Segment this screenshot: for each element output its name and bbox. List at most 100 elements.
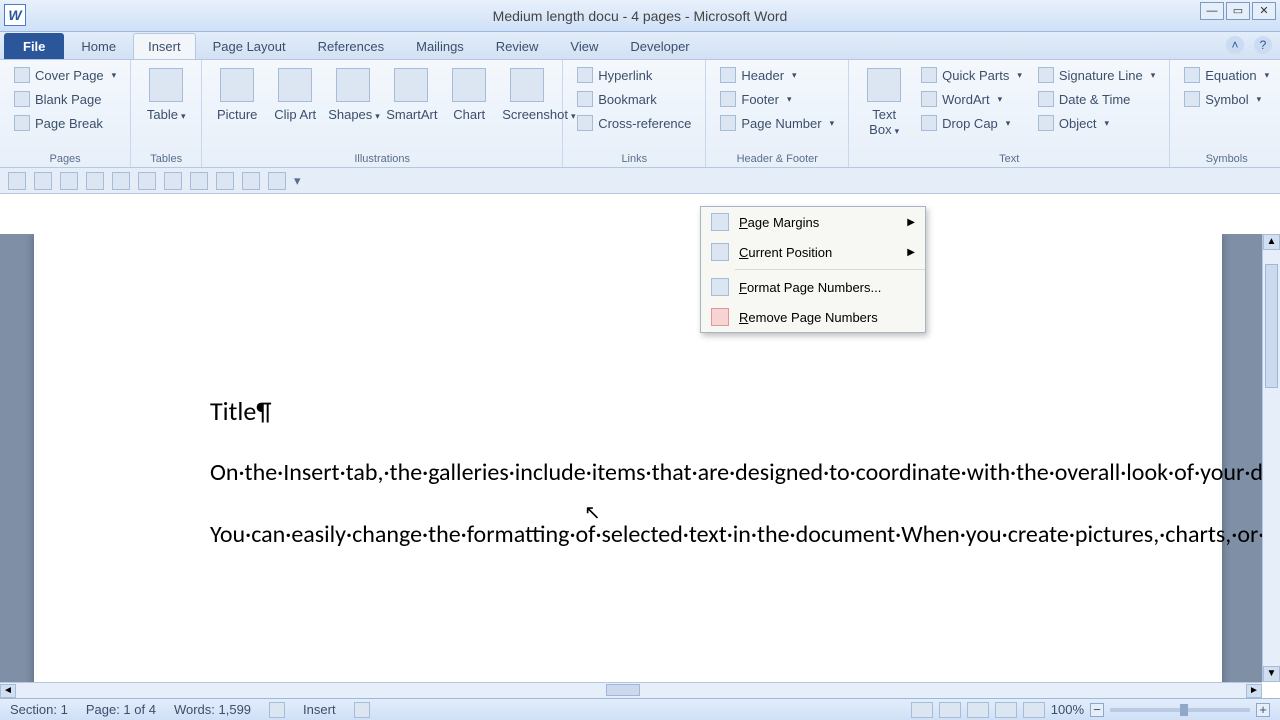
status-words[interactable]: Words: 1,599	[174, 702, 251, 717]
tab-view[interactable]: View	[555, 33, 613, 59]
view-print-layout-button[interactable]	[911, 702, 933, 718]
tab-developer[interactable]: Developer	[615, 33, 704, 59]
picture-icon	[220, 68, 254, 102]
clipart-button[interactable]: Clip Art	[268, 64, 322, 126]
tab-mailings[interactable]: Mailings	[401, 33, 479, 59]
group-headerfooter: Header▾ Footer▾ Page Number▾ Header & Fo…	[706, 60, 849, 167]
clipart-icon	[278, 68, 312, 102]
shapes-icon	[336, 68, 370, 102]
menu-label: urrent Position	[748, 245, 832, 260]
proofing-icon[interactable]	[269, 702, 285, 718]
smartart-icon	[394, 68, 428, 102]
symbol-button[interactable]: Symbol▾	[1178, 88, 1275, 110]
equation-button[interactable]: Equation▾	[1178, 64, 1275, 86]
view-fullscreen-button[interactable]	[939, 702, 961, 718]
qat-print-icon[interactable]	[138, 172, 156, 190]
menu-label: age Margins	[748, 215, 820, 230]
group-tables: Table▾ Tables	[131, 60, 202, 167]
screenshot-button[interactable]: Screenshot▾	[500, 64, 554, 126]
scroll-right-button[interactable]: ►	[1246, 684, 1262, 698]
paragraph-1[interactable]: On·the·Insert·tab,·the·galleries·include…	[210, 456, 1046, 490]
minimize-button[interactable]: —	[1200, 2, 1224, 20]
page-break-button[interactable]: Page Break	[8, 112, 122, 134]
zoom-slider[interactable]	[1110, 708, 1250, 712]
qat-redo-icon[interactable]	[112, 172, 130, 190]
chart-button[interactable]: Chart	[442, 64, 496, 126]
status-page[interactable]: Page: 1 of 4	[86, 702, 156, 717]
table-button[interactable]: Table▾	[139, 64, 193, 126]
paragraph-2[interactable]: You·can·easily·change·the·formatting·of·…	[210, 518, 1046, 552]
qat-delete-icon[interactable]	[268, 172, 286, 190]
document-area[interactable]: Title¶ On·the·Insert·tab,·the·galleries·…	[0, 234, 1262, 682]
group-text: Text Box▾ Quick Parts▾ WordArt▾ Drop Cap…	[849, 60, 1170, 167]
quickparts-button[interactable]: Quick Parts▾	[915, 64, 1028, 86]
view-outline-button[interactable]	[995, 702, 1017, 718]
picture-button[interactable]: Picture	[210, 64, 264, 126]
help-button[interactable]: ?	[1254, 36, 1272, 54]
wordart-button[interactable]: WordArt▾	[915, 88, 1028, 110]
smartart-button[interactable]: SmartArt	[384, 64, 438, 126]
bookmark-button[interactable]: Bookmark	[571, 88, 697, 110]
tab-file[interactable]: File	[4, 33, 64, 59]
page[interactable]: Title¶ On·the·Insert·tab,·the·galleries·…	[34, 234, 1222, 682]
scroll-down-button[interactable]: ▼	[1263, 666, 1280, 682]
maximize-button[interactable]: ▭	[1226, 2, 1250, 20]
crossref-button[interactable]: Cross-reference	[571, 112, 697, 134]
ribbon-tabs: File Home Insert Page Layout References …	[0, 32, 1280, 60]
tab-review[interactable]: Review	[481, 33, 554, 59]
close-button[interactable]: ✕	[1252, 2, 1276, 20]
header-button[interactable]: Header▾	[714, 64, 840, 86]
cover-page-button[interactable]: Cover Page▾	[8, 64, 122, 86]
qat-new-icon[interactable]	[8, 172, 26, 190]
equation-icon	[1184, 67, 1200, 83]
blank-page-button[interactable]: Blank Page	[8, 88, 122, 110]
menu-page-margins[interactable]: Page Margins ▶	[701, 207, 925, 237]
menu-label: emove Page Numbers	[748, 310, 877, 325]
tab-references[interactable]: References	[303, 33, 399, 59]
tab-insert[interactable]: Insert	[133, 33, 196, 59]
page-number-icon	[720, 115, 736, 131]
vscroll-thumb[interactable]	[1265, 264, 1278, 388]
macro-icon[interactable]	[354, 702, 370, 718]
qat-folder-icon[interactable]	[190, 172, 208, 190]
signature-icon	[1038, 67, 1054, 83]
current-position-icon	[711, 243, 729, 261]
status-mode[interactable]: Insert	[303, 702, 336, 717]
status-bar: Section: 1 Page: 1 of 4 Words: 1,599 Ins…	[0, 698, 1280, 720]
shapes-button[interactable]: Shapes▾	[326, 64, 380, 126]
menu-remove-page-numbers[interactable]: Remove Page Numbers	[701, 302, 925, 332]
tab-pagelayout[interactable]: Page Layout	[198, 33, 301, 59]
hscroll-thumb[interactable]	[606, 684, 640, 696]
vertical-scrollbar[interactable]: ▲ ▼	[1262, 234, 1280, 682]
scroll-left-button[interactable]: ◄	[0, 684, 16, 698]
dropcap-button[interactable]: Drop Cap▾	[915, 112, 1028, 134]
view-draft-button[interactable]	[1023, 702, 1045, 718]
tab-home[interactable]: Home	[66, 33, 131, 59]
textbox-button[interactable]: Text Box▾	[857, 64, 911, 141]
qat-paste-icon[interactable]	[242, 172, 260, 190]
signature-line-button[interactable]: Signature Line▾	[1032, 64, 1161, 86]
crossref-icon	[577, 115, 593, 131]
wordart-icon	[921, 91, 937, 107]
zoom-in-button[interactable]: +	[1256, 703, 1270, 717]
qat-open-icon[interactable]	[60, 172, 78, 190]
object-button[interactable]: Object▾	[1032, 112, 1161, 134]
zoom-out-button[interactable]: −	[1090, 703, 1104, 717]
hyperlink-button[interactable]: Hyperlink	[571, 64, 697, 86]
status-section[interactable]: Section: 1	[10, 702, 68, 717]
collapse-ribbon-button[interactable]: ˄	[1226, 36, 1244, 54]
page-number-button[interactable]: Page Number▾	[714, 112, 840, 134]
qat-spelling-icon[interactable]	[164, 172, 182, 190]
scroll-up-button[interactable]: ▲	[1263, 234, 1280, 250]
menu-format-page-numbers[interactable]: Format Page Numbers...	[701, 272, 925, 302]
footer-button[interactable]: Footer▾	[714, 88, 840, 110]
horizontal-scrollbar[interactable]: ◄ ►	[0, 682, 1262, 698]
menu-current-position[interactable]: Current Position ▶	[701, 237, 925, 267]
zoom-level[interactable]: 100%	[1051, 702, 1084, 717]
qat-copy-icon[interactable]	[216, 172, 234, 190]
view-web-button[interactable]	[967, 702, 989, 718]
document-title-line[interactable]: Title¶	[210, 394, 1046, 428]
qat-save-icon[interactable]	[34, 172, 52, 190]
qat-undo-icon[interactable]	[86, 172, 104, 190]
date-time-button[interactable]: Date & Time	[1032, 88, 1161, 110]
